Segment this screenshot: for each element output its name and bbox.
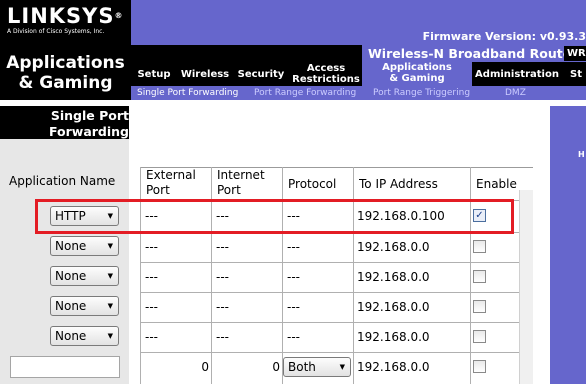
internet-port-input[interactable]: 0 [213,352,280,382]
ip-address-cell: 192.168.0.0 [357,270,430,284]
section-heading-line2: Forwarding [48,124,129,139]
tab-administration[interactable]: Administration [474,62,560,86]
page-title: Applications & Gaming [0,45,131,100]
header-external-port: External Port [146,168,208,194]
ip-address-cell[interactable]: 192.168.0.0 [357,352,430,382]
protocol-cell: --- [287,330,300,344]
tab-setup[interactable]: Setup [135,62,173,86]
tab-applications-gaming[interactable]: Applications & Gaming [362,60,472,86]
application-select-value: None [55,329,87,343]
row-rule [140,262,533,263]
application-select[interactable]: None ▼ [50,326,119,346]
tab-access-line1: Access [306,63,346,74]
logo-area: LINKSYS® A Division of Cisco Systems, In… [0,0,131,45]
section-heading-line1: Single Port [50,108,129,123]
tab-access-restrictions[interactable]: Access Restrictions [292,62,360,86]
internet-port-cell: --- [216,240,229,254]
subtab-port-range-forwarding[interactable]: Port Range Forwarding [254,86,356,100]
application-name-input[interactable] [10,356,120,378]
logo-subtitle: A Division of Cisco Systems, Inc. [7,28,105,35]
application-select[interactable]: None ▼ [50,296,119,316]
header-enable: Enable [476,177,517,191]
internet-port-cell: --- [216,300,229,314]
application-select-value: None [55,239,87,253]
router-model: WR [564,46,586,61]
enable-checkbox[interactable] [473,240,486,253]
tab-apps-line2: & Gaming [389,73,445,84]
application-select[interactable]: None ▼ [50,236,119,256]
linksys-logo: LINKSYS® [7,4,124,28]
protocol-cell: --- [287,300,300,314]
tab-status[interactable]: St [570,62,586,86]
chevron-down-icon: ▼ [339,363,345,371]
protocol-select[interactable]: Both ▼ [283,357,351,377]
enable-checkbox[interactable] [473,270,486,283]
external-port-cell: --- [145,330,158,344]
enable-checkbox[interactable] [473,330,486,343]
highlight-box [35,199,514,234]
subtab-dmz[interactable]: DMZ [505,86,526,100]
row-rule [140,322,533,323]
header-internet-port: Internet Port [217,168,279,194]
header-to-ip-address: To IP Address [359,177,438,191]
header-external-line1: External [146,168,196,182]
tab-security[interactable]: Security [236,62,286,86]
application-select[interactable]: None ▼ [50,266,119,286]
tab-apps-line1: Applications [382,62,452,73]
internet-port-cell: --- [216,270,229,284]
header-protocol: Protocol [288,177,337,191]
section-heading: Single Port Forwarding [0,106,131,139]
subtab-port-range-triggering[interactable]: Port Range Triggering [373,86,470,100]
help-column [550,106,586,384]
page-title-line1: Applications [6,53,125,73]
ip-address-cell: 192.168.0.0 [357,330,430,344]
enable-checkbox[interactable] [473,300,486,313]
page-title-line2: & Gaming [18,73,113,93]
external-port-cell: --- [145,240,158,254]
help-label: H [578,150,585,159]
application-select-value: None [55,269,87,283]
row-rule [140,292,533,293]
protocol-select-value: Both [288,360,316,374]
header-internet-line2: Port [217,183,241,194]
header-external-line2: Port [146,183,170,194]
chevron-down-icon: ▼ [107,302,113,310]
protocol-cell: --- [287,240,300,254]
application-name-label: Application Name [9,174,116,188]
external-port-cell: --- [145,300,158,314]
internet-port-cell: --- [216,330,229,344]
tab-access-line2: Restrictions [292,74,360,85]
firmware-version: Firmware Version: v0.93.3 [422,30,586,43]
tab-wireless[interactable]: Wireless [180,62,230,86]
protocol-cell: --- [287,270,300,284]
header-internet-line1: Internet [217,168,265,182]
column-divider [129,106,133,384]
enable-checkbox[interactable] [473,360,486,373]
external-port-input[interactable]: 0 [142,352,209,382]
chevron-down-icon: ▼ [107,242,113,250]
ip-address-cell: 192.168.0.0 [357,240,430,254]
chevron-down-icon: ▼ [107,272,113,280]
table-scrollbar[interactable] [519,190,533,384]
application-select-value: None [55,299,87,313]
chevron-down-icon: ▼ [107,332,113,340]
external-port-cell: --- [145,270,158,284]
ip-address-cell: 192.168.0.0 [357,300,430,314]
subtab-single-port-forwarding[interactable]: Single Port Forwarding [137,86,238,100]
